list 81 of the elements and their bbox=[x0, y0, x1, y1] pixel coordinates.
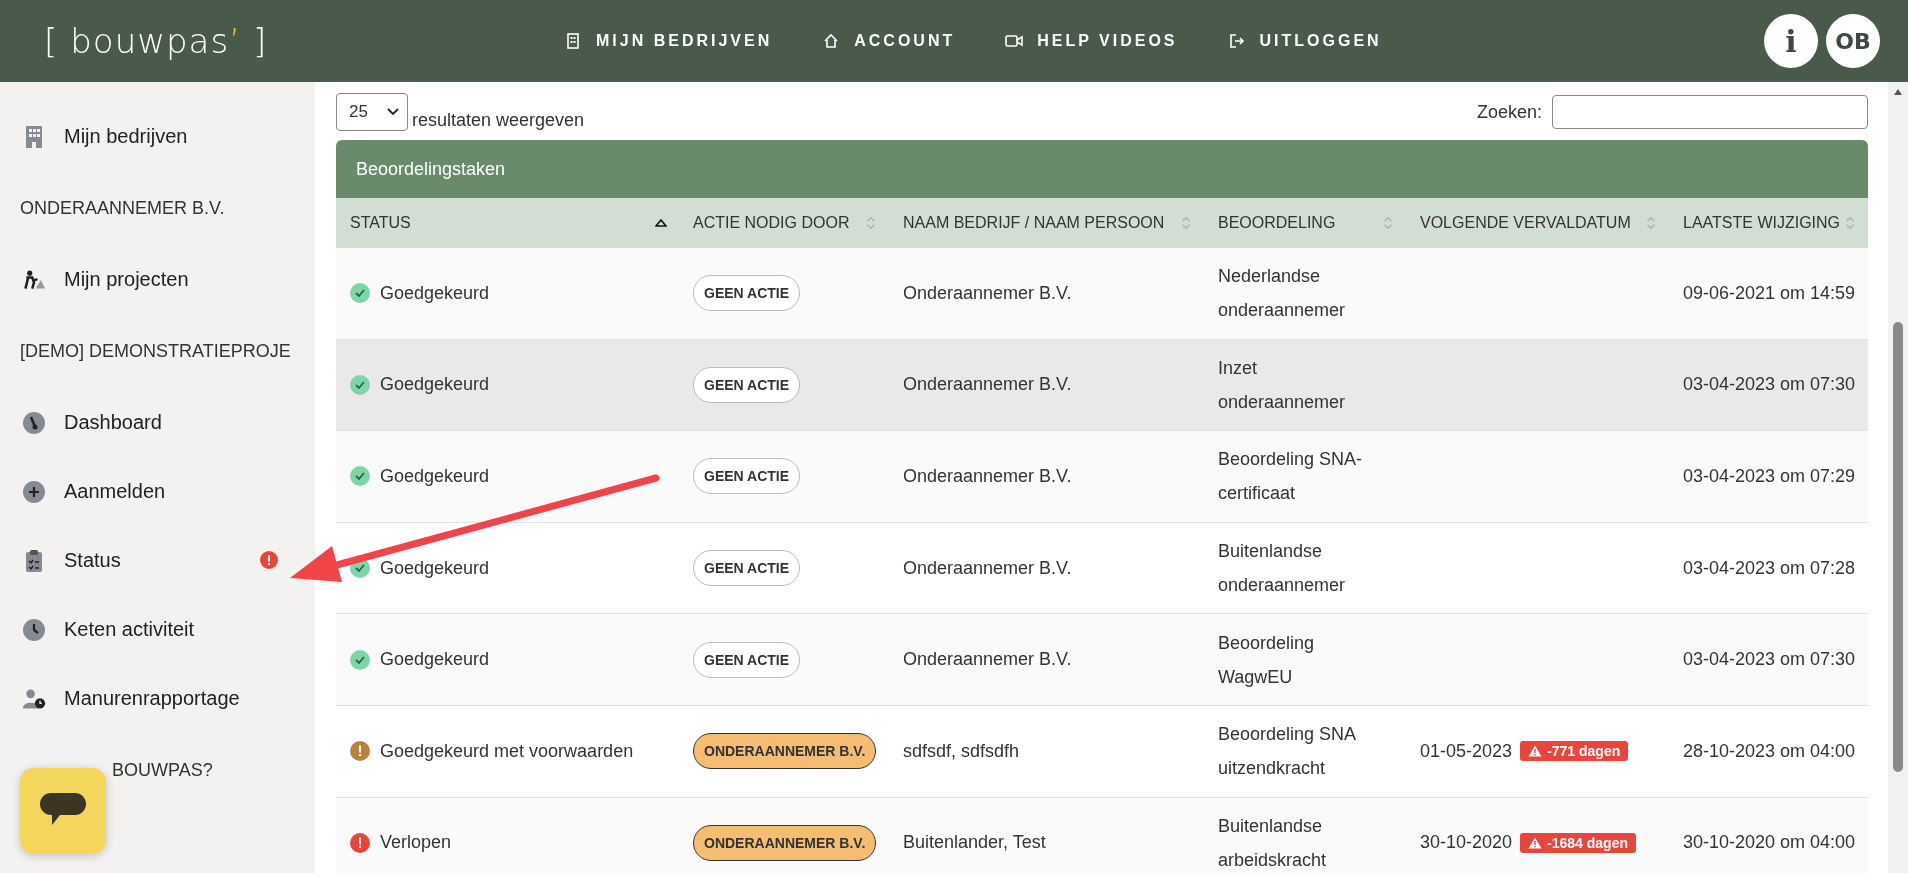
table-title: Beoordelingstaken bbox=[336, 140, 1868, 198]
sidebar-heading: BOUWPAS? bbox=[111, 758, 214, 782]
table-row[interactable]: Goedgekeurd GEEN ACTIE Onderaannemer B.V. Nederlandse onderaannemer 09-06-2021 om 14:59 bbox=[336, 248, 1868, 340]
status-text: Goedgekeurd met voorwaarden bbox=[380, 740, 634, 762]
sidebar-item[interactable]: Dashboard bbox=[0, 388, 315, 457]
building-icon bbox=[564, 33, 582, 49]
scroll-up-icon[interactable] bbox=[1893, 88, 1903, 96]
table-cell: Onderaannemer B.V. bbox=[903, 649, 1072, 671]
sidebar-item[interactable]: Manurenrapportage bbox=[0, 664, 315, 733]
table-cell: 01-05-2023 bbox=[1420, 740, 1513, 762]
column-header[interactable]: ACTIE NODIG DOOR bbox=[679, 198, 889, 248]
table-cell: Onderaannemer B.V. bbox=[903, 282, 1072, 304]
table-cell: 03-04-2023 om 07:30 bbox=[1683, 374, 1856, 396]
nav-link[interactable]: MIJN BEDRIJVEN bbox=[564, 32, 773, 50]
table-cell: Buitenlander, Test bbox=[903, 832, 1046, 854]
action-badge: ONDERAANNEMER B.V. bbox=[693, 733, 877, 770]
sidebar-item[interactable]: Aanmelden bbox=[0, 457, 315, 526]
sidebar-item[interactable]: Status bbox=[0, 526, 315, 595]
column-header[interactable]: NAAM BEDRIJF / NAAM PERSOON bbox=[889, 198, 1204, 248]
table-row[interactable]: Goedgekeurd GEEN ACTIE Onderaannemer B.V. Inzet onderaannemer 03-04-2023 om 07:30 bbox=[336, 339, 1868, 432]
table-cell-text: Beoordeling SNA-certificaat bbox=[1218, 448, 1364, 506]
scrollbar[interactable] bbox=[1888, 82, 1908, 873]
table-cell: 03-04-2023 om 07:29 bbox=[1683, 466, 1856, 487]
sidebar-item[interactable]: Mijn projecten bbox=[0, 245, 315, 314]
table-cell: Onderaannemer B.V. bbox=[903, 374, 1072, 396]
nav-link[interactable]: HELP VIDEOS bbox=[1005, 32, 1178, 50]
avatar-button[interactable]: OB bbox=[1826, 14, 1880, 68]
table-cell: 09-06-2021 om 14:59 bbox=[1683, 282, 1856, 304]
sidebar-heading: ONDERAANNEMER B.V. bbox=[19, 196, 226, 220]
table-row[interactable]: Goedgekeurd GEEN ACTIE Onderaannemer B.V. Beoordeling SNA-certificaat 03-04-2023 om 07:29 bbox=[336, 431, 1868, 523]
video-camera-icon bbox=[1005, 33, 1024, 49]
length-label: resultaten weergeven bbox=[412, 110, 585, 131]
table-cell-text: Inzet onderaannemer bbox=[1218, 356, 1347, 414]
table-cell: Onderaannemer B.V. bbox=[903, 466, 1072, 487]
column-header[interactable]: VOLGENDE VERVALDATUM bbox=[1406, 198, 1669, 248]
action-badge: GEEN ACTIE bbox=[693, 458, 801, 495]
status-text: Goedgekeurd bbox=[380, 557, 490, 579]
nav-link[interactable]: UITLOGGEN bbox=[1227, 32, 1382, 50]
chat-button[interactable] bbox=[20, 768, 106, 854]
table-row[interactable]: Verlopen ONDERAANNEMER B.V. Buitenlander, Test Buitenlandse arbeidskracht 30-10-2020 -1684 dagen 30-10-2020 om 04:00 bbox=[336, 797, 1868, 873]
table-cell: 30-10-2020 bbox=[1420, 832, 1513, 854]
sidebar-heading: [DEMO] DEMONSTRATIEPROJE bbox=[19, 339, 292, 363]
table-cell-text: Buitenlandse arbeidskracht bbox=[1218, 814, 1328, 872]
status-text: Goedgekeurd bbox=[380, 282, 490, 304]
logo[interactable]: [ bouwpas’ ] bbox=[44, 21, 564, 61]
nav-link[interactable]: ACCOUNT bbox=[822, 32, 956, 50]
table-row[interactable]: Goedgekeurd GEEN ACTIE Onderaannemer B.V. Beoordeling WagwEU 03-04-2023 om 07:30 bbox=[336, 614, 1868, 706]
table-cell: 30-10-2020 om 04:00 bbox=[1683, 832, 1856, 854]
column-header[interactable]: STATUS bbox=[336, 198, 679, 248]
table-cell: 28-10-2023 om 04:00 bbox=[1683, 740, 1856, 762]
table-cell: sdfsdf, sdfsdfh bbox=[903, 740, 1020, 762]
status-text: Verlopen bbox=[380, 832, 452, 854]
plus-circle-icon bbox=[22, 479, 46, 504]
logout-icon bbox=[1227, 33, 1246, 49]
table-cell-text: Beoordeling WagwEU bbox=[1218, 631, 1316, 689]
table-cell-text: Buitenlandse onderaannemer bbox=[1218, 540, 1347, 598]
status-text: Goedgekeurd bbox=[380, 649, 490, 671]
search-label: Zoeken: bbox=[1476, 101, 1542, 123]
sidebar-item[interactable]: Mijn bedrijven bbox=[0, 102, 315, 171]
gauge-icon bbox=[22, 410, 46, 435]
status-text: Goedgekeurd bbox=[380, 466, 490, 487]
length-select[interactable]: 25 bbox=[336, 93, 408, 131]
action-badge: GEEN ACTIE bbox=[693, 641, 801, 678]
action-badge: ONDERAANNEMER B.V. bbox=[693, 824, 877, 861]
column-header[interactable]: LAATSTE WIJZIGING bbox=[1669, 198, 1868, 248]
avatar-button[interactable]: i bbox=[1764, 14, 1818, 68]
action-badge: GEEN ACTIE bbox=[693, 275, 801, 312]
table-cell: 03-04-2023 om 07:28 bbox=[1683, 557, 1856, 579]
overdue-badge: -771 dagen bbox=[1520, 741, 1629, 762]
table-cell: Onderaannemer B.V. bbox=[903, 557, 1072, 579]
table-cell-text: Beoordeling SNA uitzendkracht bbox=[1218, 723, 1357, 781]
search-field[interactable] bbox=[1552, 95, 1868, 129]
status-text: Goedgekeurd bbox=[380, 374, 490, 396]
overdue-badge: -1684 dagen bbox=[1520, 832, 1636, 853]
action-badge: GEEN ACTIE bbox=[693, 366, 801, 403]
action-badge: GEEN ACTIE bbox=[693, 550, 801, 587]
table-cell: 03-04-2023 om 07:30 bbox=[1683, 649, 1856, 671]
table-cell-text: Nederlandse onderaannemer bbox=[1218, 265, 1347, 323]
clock-icon bbox=[22, 617, 46, 642]
sidebar-item[interactable]: Keten activiteit bbox=[0, 595, 315, 664]
column-header[interactable]: BEOORDELING bbox=[1204, 198, 1406, 248]
